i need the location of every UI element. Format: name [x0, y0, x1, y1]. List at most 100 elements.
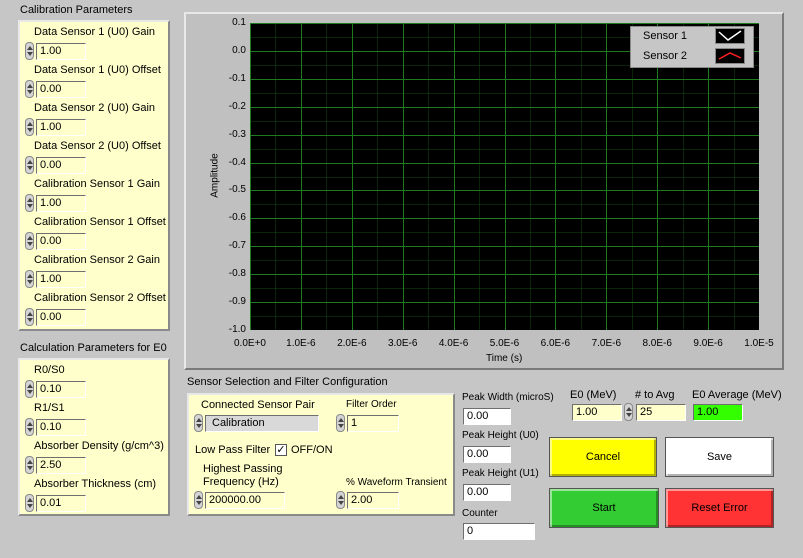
- cal-spin-3[interactable]: [25, 156, 34, 174]
- waveform-transient-label: % Waveform Transient: [346, 477, 447, 488]
- cal-label-6: Calibration Sensor 2 Gain: [34, 254, 160, 266]
- cal-spin-5[interactable]: [25, 232, 34, 250]
- reset-error-button[interactable]: Reset Error: [665, 488, 774, 528]
- cal-label-7: Calibration Sensor 2 Offset: [34, 292, 166, 304]
- calc-field-1[interactable]: 0.10: [36, 419, 86, 436]
- cal-label-0: Data Sensor 1 (U0) Gain: [34, 26, 156, 38]
- calibration-title: Calibration Parameters: [20, 4, 133, 16]
- cal-field-6[interactable]: 1.00: [36, 271, 86, 288]
- frequency-hz-label: Frequency (Hz): [203, 476, 279, 488]
- counter-field: 0: [463, 523, 535, 540]
- peak-height-u1-label: Peak Height (U1): [462, 468, 539, 479]
- cal-label-1: Data Sensor 1 (U0) Offset: [34, 64, 161, 76]
- save-button[interactable]: Save: [665, 437, 774, 477]
- connected-pair-spin[interactable]: [194, 414, 203, 432]
- cal-spin-7[interactable]: [25, 308, 34, 326]
- x-tick-label: 1.0E-6: [286, 338, 316, 349]
- cal-field-5[interactable]: 0.00: [36, 233, 86, 250]
- peak-width-field: 0.00: [463, 408, 511, 425]
- y-tick-label: -0.7: [228, 240, 246, 252]
- x-tick-label: 6.0E-6: [540, 338, 571, 349]
- cal-field-0[interactable]: 1.00: [36, 43, 86, 60]
- calc-spin-2[interactable]: [25, 456, 34, 474]
- x-tick-label: 7.0E-6: [591, 338, 622, 349]
- low-pass-label: Low Pass Filter: [195, 444, 271, 456]
- cal-field-3[interactable]: 0.00: [36, 157, 86, 174]
- highest-passing-field[interactable]: 200000.00: [205, 492, 285, 509]
- x-tick-label: 1.0E-5: [744, 338, 774, 349]
- x-tick-label: 3.0E-6: [387, 338, 418, 349]
- cal-label-5: Calibration Sensor 1 Offset: [34, 216, 166, 228]
- x-tick-label: 0.0E+0: [234, 338, 266, 349]
- peak-height-u0-label: Peak Height (U0): [462, 430, 539, 441]
- off-on-label: OFF/ON: [291, 444, 333, 456]
- e0-field: 1.00: [572, 404, 622, 421]
- cal-spin-4[interactable]: [25, 194, 34, 212]
- chart-legend: Sensor 1 Sensor 2: [630, 26, 754, 68]
- calc-label-3: Absorber Thickness (cm): [34, 478, 157, 490]
- sensor-config-title: Sensor Selection and Filter Configuratio…: [187, 376, 388, 388]
- connected-pair-select[interactable]: Calibration: [205, 415, 319, 432]
- cal-field-4[interactable]: 1.00: [36, 195, 86, 212]
- filter-order-spin[interactable]: [336, 414, 345, 432]
- calculation-panel: R0/S0 0.10 R1/S1 0.10 Absorber Density (…: [18, 358, 170, 516]
- num-to-avg-spin[interactable]: [624, 403, 633, 421]
- peak-height-u0-field: 0.00: [463, 446, 511, 463]
- e0-label: E0 (MeV): [570, 389, 617, 401]
- x-tick-label: 9.0E-6: [693, 338, 723, 349]
- y-tick-label: -1.0: [228, 324, 246, 335]
- y-tick-label: 0.1: [232, 17, 246, 28]
- start-button[interactable]: Start: [549, 488, 659, 528]
- calc-spin-1[interactable]: [25, 418, 34, 436]
- y-tick-label: -0.6: [228, 212, 246, 224]
- calc-field-0[interactable]: 0.10: [36, 381, 86, 398]
- calc-field-3[interactable]: 0.01: [36, 495, 86, 512]
- cal-field-7[interactable]: 0.00: [36, 309, 86, 326]
- calc-label-1: R1/S1: [34, 402, 65, 414]
- x-tick-label: 4.0E-6: [438, 338, 469, 349]
- calculation-title: Calculation Parameters for E0: [20, 342, 167, 354]
- y-tick-label: 0.0: [232, 44, 246, 56]
- cal-spin-6[interactable]: [25, 270, 34, 288]
- waveform-transient-spin[interactable]: [336, 491, 345, 509]
- sensor-config-panel: Connected Sensor Pair Calibration Filter…: [187, 393, 455, 516]
- legend-sensor-2-label: Sensor 2: [643, 50, 688, 62]
- highest-passing-label: Highest Passing: [203, 463, 283, 475]
- cal-spin-2[interactable]: [25, 118, 34, 136]
- calibration-panel: Data Sensor 1 (U0) Gain 1.00 Data Sensor…: [18, 20, 170, 331]
- peak-height-u1-field: 0.00: [463, 484, 511, 501]
- e0-average-field: 1.00: [693, 404, 743, 421]
- cal-spin-1[interactable]: [25, 80, 34, 98]
- calc-field-2[interactable]: 2.50: [36, 457, 86, 474]
- y-tick-label: -0.8: [228, 268, 246, 280]
- waveform-plot: [250, 23, 759, 330]
- cal-field-1[interactable]: 0.00: [36, 81, 86, 98]
- legend-sensor-1-swatch[interactable]: [715, 28, 745, 44]
- calc-label-0: R0/S0: [34, 364, 65, 376]
- calc-spin-0[interactable]: [25, 380, 34, 398]
- legend-sensor-2-swatch[interactable]: [715, 48, 745, 64]
- filter-order-field[interactable]: 1: [347, 415, 399, 432]
- y-tick-label: -0.9: [228, 296, 246, 308]
- peak-width-label: Peak Width (microS): [462, 392, 554, 403]
- cal-label-2: Data Sensor 2 (U0) Gain: [34, 102, 156, 114]
- y-tick-label: -0.1: [228, 72, 246, 84]
- e0-average-label: E0 Average (MeV): [692, 389, 782, 401]
- num-to-avg-label: # to Avg: [635, 389, 675, 401]
- cal-spin-0[interactable]: [25, 42, 34, 60]
- cancel-button[interactable]: Cancel: [549, 437, 657, 477]
- cal-label-4: Calibration Sensor 1 Gain: [34, 178, 160, 190]
- legend-sensor-1-label: Sensor 1: [643, 30, 688, 42]
- y-tick-label: -0.3: [228, 128, 246, 140]
- cal-field-2[interactable]: 1.00: [36, 119, 86, 136]
- low-pass-checkbox[interactable]: ✓: [275, 444, 287, 456]
- x-tick-label: 2.0E-6: [337, 338, 367, 349]
- counter-label: Counter: [462, 508, 498, 519]
- calc-spin-3[interactable]: [25, 494, 34, 512]
- highest-passing-spin[interactable]: [194, 491, 203, 509]
- calc-label-2: Absorber Density (g/cm^3): [34, 440, 164, 452]
- waveform-transient-field[interactable]: 2.00: [347, 492, 399, 509]
- y-tick-label: -0.2: [228, 100, 246, 112]
- x-axis-label: Time (s): [486, 353, 523, 364]
- num-to-avg-field[interactable]: 25: [636, 404, 686, 421]
